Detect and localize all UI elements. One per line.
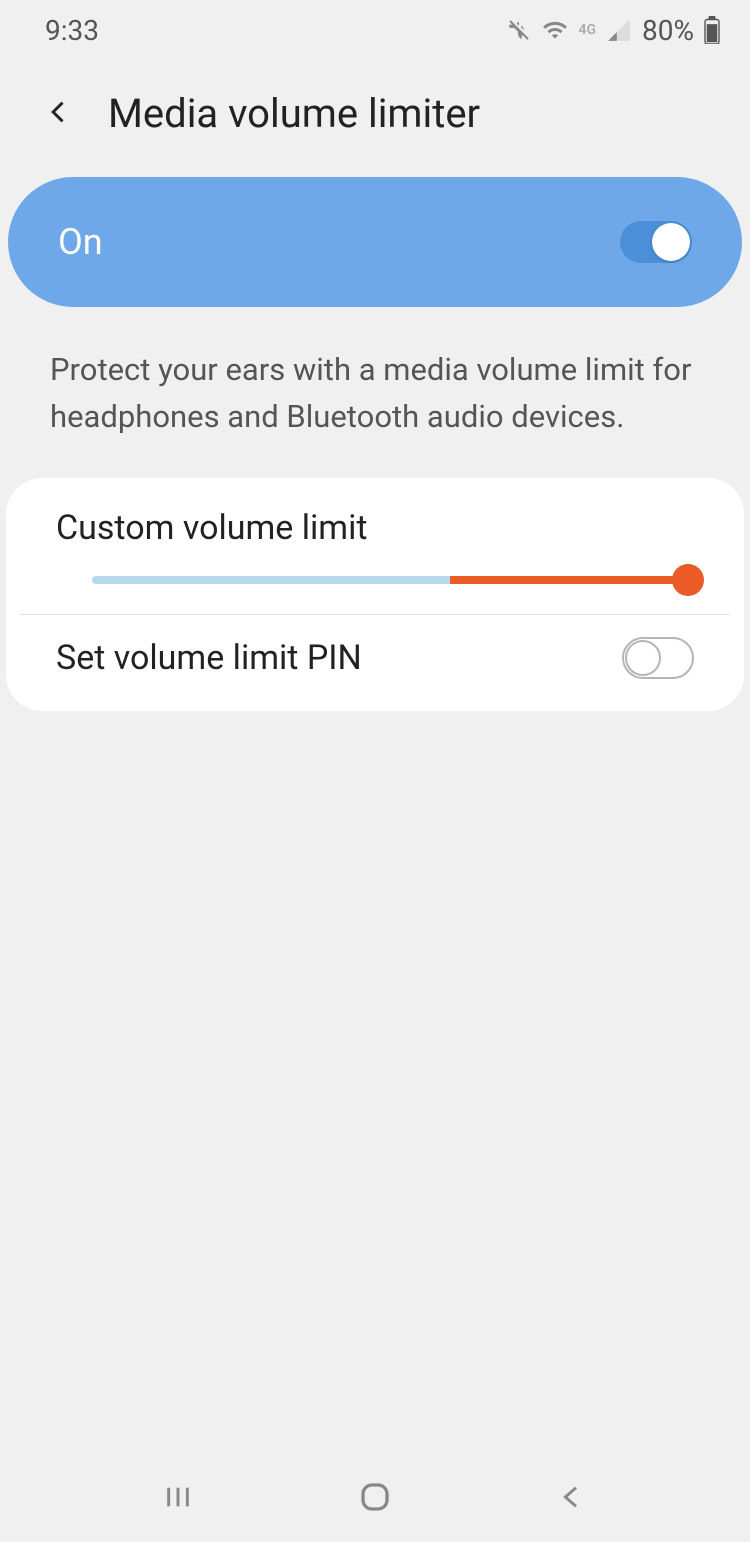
settings-card: Custom volume limit Set volume limit PIN [6, 478, 744, 711]
pin-row[interactable]: Set volume limit PIN [6, 615, 744, 701]
pin-label: Set volume limit PIN [56, 638, 362, 678]
network-type-icon: 4G [578, 22, 596, 38]
status-indicators: 4G 80% [506, 14, 720, 47]
signal-icon [606, 17, 632, 43]
master-toggle-switch[interactable] [620, 221, 692, 263]
back-icon[interactable] [45, 98, 73, 130]
app-header: Media volume limiter [0, 60, 750, 177]
home-button[interactable] [355, 1477, 395, 1517]
back-button[interactable] [552, 1477, 592, 1517]
slider-thumb-icon[interactable] [672, 564, 704, 596]
feature-description: Protect your ears with a media volume li… [0, 307, 750, 470]
master-toggle-label: On [58, 221, 103, 263]
pin-toggle-switch[interactable] [622, 637, 694, 679]
battery-icon [704, 16, 720, 44]
mute-icon [506, 17, 532, 43]
battery-percent: 80% [642, 14, 694, 47]
recents-button[interactable] [158, 1477, 198, 1517]
system-nav-bar [0, 1452, 750, 1542]
custom-volume-label: Custom volume limit [6, 508, 744, 576]
status-time: 9:33 [45, 14, 99, 47]
page-title: Media volume limiter [108, 90, 480, 137]
status-bar: 9:33 4G 80% [0, 0, 750, 60]
volume-slider[interactable] [6, 576, 744, 614]
wifi-icon [542, 17, 568, 43]
master-toggle-row[interactable]: On [8, 177, 742, 307]
